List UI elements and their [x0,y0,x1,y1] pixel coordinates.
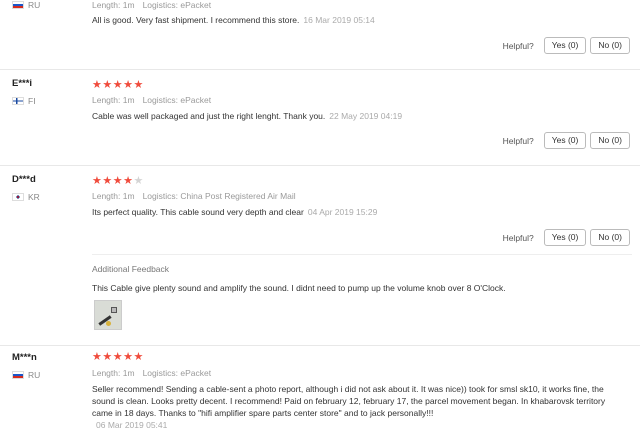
length-value: 1m [122,95,135,105]
review-text: Cable was well packaged and just the rig… [92,110,402,122]
review-meta: Length: 1m Logistics: ePacket [92,95,219,105]
logistics-label: Logistics: [142,95,178,105]
length-label: Length: [92,368,121,378]
reviewer-name: D***d [12,174,36,185]
helpful-label: Helpful? [502,135,534,146]
review-item: D***d KR ★★★★★ Length: 1m Logistics: Chin… [0,166,640,346]
review-item: M***n RU ★★★★★ Length: 1m Logistics: ePac… [0,346,640,437]
review-text: Its perfect quality. This cable sound ve… [92,206,377,218]
length-label: Length: [92,0,121,10]
reviewer-country: RU [12,0,40,10]
length-value: 1m [122,0,135,10]
plug-shape [106,321,111,326]
logistics-value: China Post Registered Air Mail [180,191,296,201]
helpful-no-button[interactable]: No (0) [590,37,630,54]
review-body: Cable was well packaged and just the rig… [92,111,326,121]
review-body: All is good. Very fast shipment. I recom… [92,15,300,25]
country-code: RU [28,0,41,10]
helpful-label: Helpful? [502,232,534,243]
helpful-no-button[interactable]: No (0) [590,229,630,246]
helpful-yes-button[interactable]: Yes (0) [543,37,587,54]
logistics-label: Logistics: [142,0,178,10]
logistics-value: ePacket [180,368,212,378]
star-icons-filled: ★★★★ [92,175,134,187]
logistics-label: Logistics: [142,191,178,201]
additional-feedback-title: Additional Feedback [92,264,170,274]
helpful-controls: Helpful? Yes (0) No (0) [503,229,630,246]
review-date: 16 Mar 2019 05:14 [303,15,375,25]
review-body: Seller recommend! Sending a cable-sent a… [92,384,606,418]
logistics-value: ePacket [180,95,212,105]
helpful-controls: Helpful? Yes (0) No (0) [503,37,630,54]
star-icons: ★★★★★ [92,351,144,363]
star-icons-empty: ★ [133,175,144,187]
helpful-yes-button[interactable]: Yes (0) [543,229,587,246]
finland-flag-icon [12,97,24,105]
country-code: KR [28,192,40,202]
reviewer-country: RU [12,370,40,380]
review-text: Seller recommend! Sending a cable-sent a… [92,383,612,431]
reviewer-country: KR [12,192,40,202]
russia-flag-icon [12,371,24,379]
review-meta: Length: 1m Logistics: ePacket [92,368,219,378]
helpful-label: Helpful? [502,40,534,51]
review-item: RU Length: 1m Logistics: ePacket All is g… [0,0,640,70]
review-date: 22 May 2019 04:19 [329,111,403,121]
review-date: 06 Mar 2019 05:41 [96,420,168,430]
country-code: RU [28,370,41,380]
reviewer-name: M***n [12,352,37,363]
star-icons: ★★★★★ [92,79,144,91]
south-korea-flag-icon [12,193,24,201]
star-rating: ★★★★★ [92,174,144,187]
feedback-photo-thumbnail[interactable] [94,300,122,330]
connector-shape [111,307,117,313]
reviewer-name: E***i [12,78,33,89]
helpful-yes-button[interactable]: Yes (0) [543,132,587,149]
helpful-no-button[interactable]: No (0) [590,132,630,149]
review-meta: Length: 1m Logistics: China Post Register… [92,191,304,201]
helpful-controls: Helpful? Yes (0) No (0) [503,132,630,149]
country-code: FI [28,96,36,106]
logistics-label: Logistics: [142,368,178,378]
russia-flag-icon [12,1,24,9]
review-text: All is good. Very fast shipment. I recom… [92,14,375,26]
length-value: 1m [122,368,135,378]
length-label: Length: [92,95,121,105]
star-rating: ★★★★★ [92,78,144,91]
review-date: 04 Apr 2019 15:29 [307,207,378,217]
review-meta: Length: 1m Logistics: ePacket [92,0,219,10]
review-item: E***i FI ★★★★★ Length: 1m Logistics: ePac… [0,70,640,166]
additional-feedback-divider [92,254,632,255]
length-label: Length: [92,191,121,201]
length-value: 1m [122,191,135,201]
review-body: Its perfect quality. This cable sound ve… [92,207,304,217]
logistics-value: ePacket [180,0,212,10]
additional-feedback-text: This Cable give plenty sound and amplify… [92,283,506,293]
star-rating: ★★★★★ [92,350,144,363]
reviewer-country: FI [12,96,36,106]
